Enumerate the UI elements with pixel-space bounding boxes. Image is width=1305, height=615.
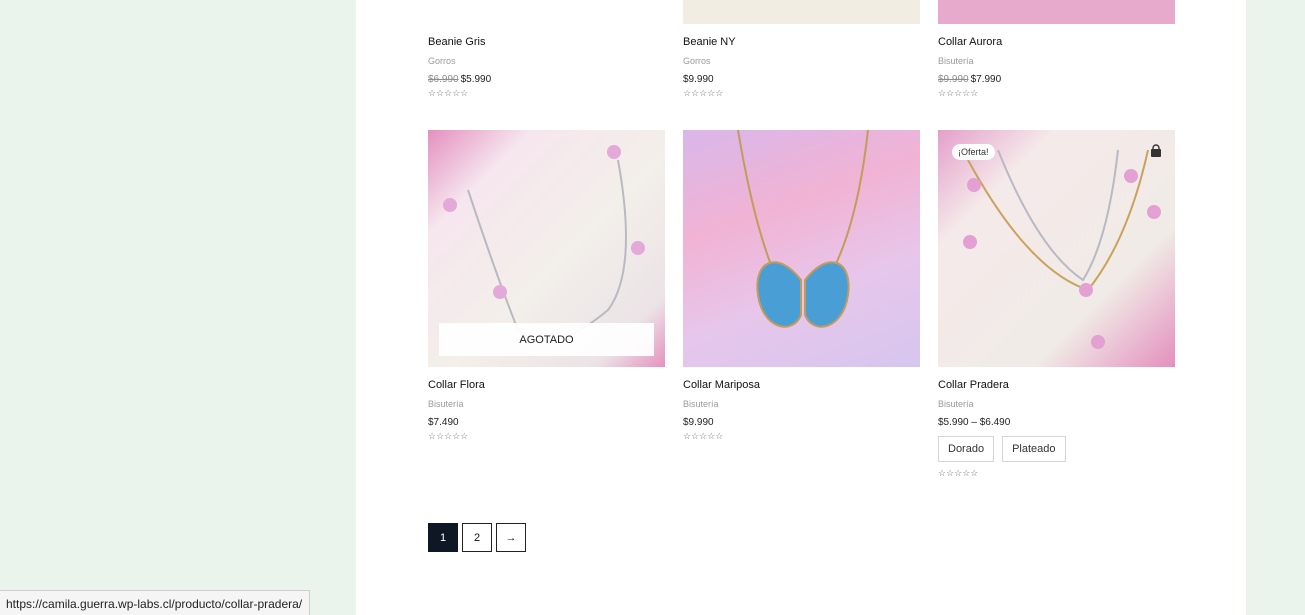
product-category: Gorros <box>428 56 456 66</box>
sale-price: $7.990 <box>970 74 1002 85</box>
product-image[interactable] <box>683 130 920 367</box>
product-category: Bisutería <box>428 399 464 409</box>
rating-stars: ☆☆☆☆☆ <box>683 88 724 98</box>
product-card-beanie-gris[interactable]: Beanie Gris Gorros $6.990 $5.990 ☆☆☆☆☆ <box>428 0 665 99</box>
product-card-collar-flora[interactable]: AGOTADO Collar Flora Bisutería $7.490 ☆☆… <box>428 130 665 442</box>
next-page-button[interactable]: → <box>496 523 526 552</box>
product-image[interactable] <box>938 0 1175 24</box>
product-price: $9.990 <box>683 417 714 428</box>
product-card-beanie-ny[interactable]: Beanie NY Gorros $9.990 ☆☆☆☆☆ <box>683 0 920 99</box>
necklace-illustration <box>963 149 1161 349</box>
product-name[interactable]: Beanie NY <box>683 36 920 48</box>
rating-stars: ☆☆☆☆☆ <box>428 431 469 441</box>
product-name[interactable]: Collar Flora <box>428 379 665 391</box>
old-price: $6.990 <box>428 74 459 85</box>
product-category: Bisutería <box>938 399 974 409</box>
butterfly-necklace-illustration <box>737 130 869 328</box>
product-name[interactable]: Collar Aurora <box>938 36 1175 48</box>
product-card-collar-aurora[interactable]: Collar Aurora Bisutería $9.990 $7.990 ☆☆☆… <box>938 0 1175 99</box>
product-price: $7.490 <box>428 417 459 428</box>
product-image[interactable] <box>428 0 665 36</box>
rating-stars: ☆☆☆☆☆ <box>683 431 724 441</box>
sale-badge: ¡Oferta! <box>952 144 995 160</box>
product-category: Gorros <box>683 56 711 66</box>
product-image[interactable] <box>683 0 920 24</box>
product-card-collar-mariposa[interactable]: Collar Mariposa Bisutería $9.990 ☆☆☆☆☆ <box>683 130 920 442</box>
pagination: 1 2 → <box>428 523 526 552</box>
product-image[interactable]: ¡Oferta! <box>938 130 1175 367</box>
variant-plateado-button[interactable]: Plateado <box>1002 436 1066 462</box>
product-category: Bisutería <box>938 56 974 66</box>
product-category: Bisutería <box>683 399 719 409</box>
old-price: $9.990 <box>938 74 969 85</box>
status-bar-url: https://camila.guerra.wp-labs.cl/product… <box>0 590 311 615</box>
rating-stars: ☆☆☆☆☆ <box>938 468 979 478</box>
page-1-button[interactable]: 1 <box>428 523 458 552</box>
product-price: $9.990 $7.990 <box>938 74 1175 85</box>
page-2-button[interactable]: 2 <box>462 523 492 552</box>
product-image[interactable]: AGOTADO <box>428 130 665 367</box>
variant-options: Dorado Plateado <box>938 436 1175 462</box>
product-price: $5.990 – $6.490 <box>938 417 1011 428</box>
variant-dorado-button[interactable]: Dorado <box>938 436 995 462</box>
sale-price: $5.990 <box>460 74 492 85</box>
product-name[interactable]: Beanie Gris <box>428 36 665 48</box>
product-name[interactable]: Collar Mariposa <box>683 379 920 391</box>
product-price: $9.990 <box>683 74 714 85</box>
shopping-bag-icon[interactable] <box>1149 144 1163 158</box>
product-card-collar-pradera[interactable]: ¡Oferta! Collar Pradera Bisutería $5.990… <box>938 130 1175 479</box>
product-name[interactable]: Collar Pradera <box>938 379 1175 391</box>
sold-out-label: AGOTADO <box>439 323 654 356</box>
rating-stars: ☆☆☆☆☆ <box>938 88 979 98</box>
rating-stars: ☆☆☆☆☆ <box>428 88 469 98</box>
product-price: $6.990 $5.990 <box>428 74 665 85</box>
